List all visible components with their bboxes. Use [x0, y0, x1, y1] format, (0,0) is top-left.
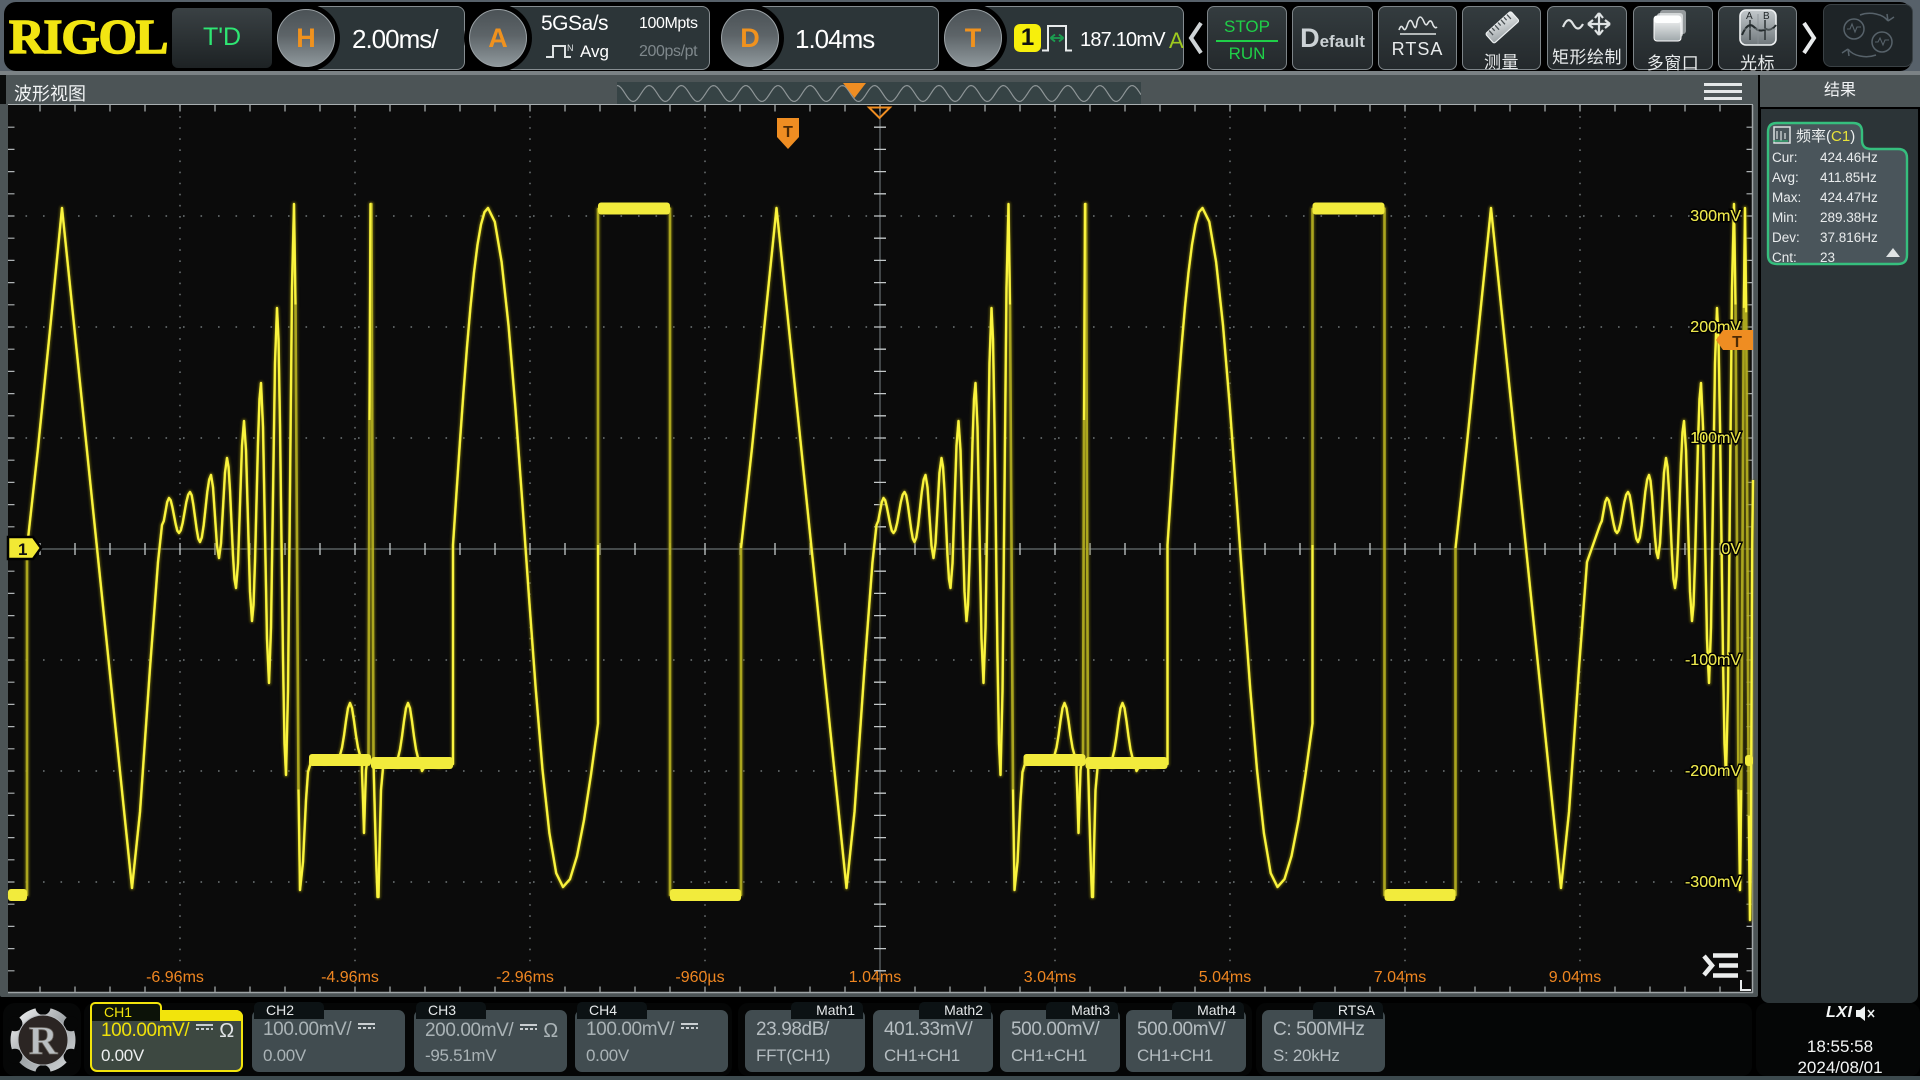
svg-text:R: R: [29, 1018, 59, 1063]
svg-text:B: B: [1763, 11, 1770, 22]
svg-text:N: N: [567, 43, 574, 53]
